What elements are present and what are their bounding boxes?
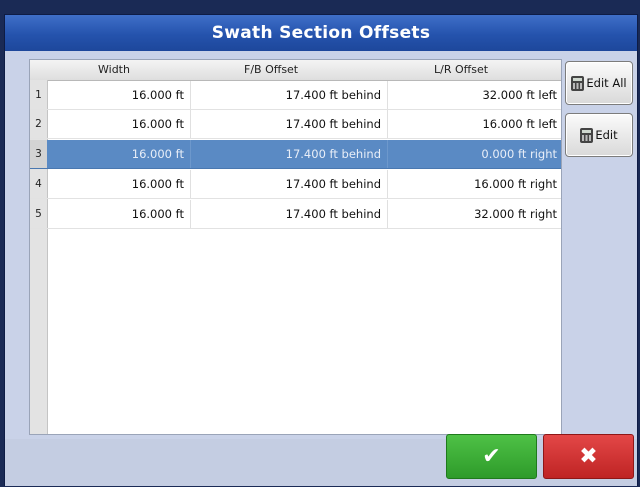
cell-lr-offset: 32.000 ft left: [482, 88, 557, 102]
row-number: 4: [35, 178, 42, 190]
cell-width: 16.000 ft: [48, 110, 191, 138]
cell-lr-offset: 16.000 ft left: [482, 117, 557, 131]
cell-width: 16.000 ft: [48, 170, 191, 198]
table-row[interactable]: 1 16.000 ft 17.400 ft behind 32.000 ft l…: [30, 81, 561, 110]
ok-button[interactable]: ✔: [446, 434, 537, 479]
dialog-title: Swath Section Offsets: [5, 15, 637, 51]
cell-width: 16.000 ft: [48, 140, 191, 168]
row-number: 3: [30, 140, 47, 168]
table-row-selected[interactable]: 3 16.000 ft 17.400 ft behind 0.000 ft ri…: [30, 140, 561, 169]
row-number: 1: [35, 89, 42, 101]
edit-button[interactable]: Edit: [565, 113, 633, 157]
table-row[interactable]: 4 16.000 ft 17.400 ft behind 16.000 ft r…: [30, 170, 561, 199]
edit-all-label: Edit All: [586, 76, 627, 90]
cancel-button[interactable]: ✖: [543, 434, 634, 479]
column-header-width: Width: [98, 63, 130, 76]
cell-fb-offset: 17.400 ft behind: [191, 81, 388, 109]
edit-all-button[interactable]: Edit All: [565, 61, 633, 105]
column-header-fb-offset: F/B Offset: [244, 63, 299, 76]
row-number: 5: [35, 208, 42, 220]
cell-width: 16.000 ft: [48, 81, 191, 109]
cell-fb-offset: 17.400 ft behind: [191, 110, 388, 138]
edit-label: Edit: [595, 128, 618, 142]
checkmark-icon: ✔: [482, 444, 501, 469]
cell-lr-offset: 32.000 ft right: [474, 207, 557, 221]
x-icon: ✖: [579, 444, 598, 469]
cell-lr-offset: 16.000 ft right: [474, 177, 557, 191]
table-header: Width F/B Offset L/R Offset: [30, 60, 561, 81]
cell-fb-offset: 17.400 ft behind: [191, 140, 388, 168]
cell-fb-offset: 17.400 ft behind: [191, 170, 388, 198]
table-row[interactable]: 2 16.000 ft 17.400 ft behind 16.000 ft l…: [30, 110, 561, 139]
cell-width: 16.000 ft: [48, 200, 191, 228]
calculator-icon: [571, 75, 585, 91]
swath-offsets-dialog: Swath Section Offsets Width F/B Offset L…: [4, 14, 638, 486]
calculator-icon: [580, 127, 594, 143]
column-header-lr-offset: L/R Offset: [434, 63, 489, 76]
table-row[interactable]: 5 16.000 ft 17.400 ft behind 32.000 ft r…: [30, 200, 561, 229]
row-number: 2: [35, 118, 42, 130]
cell-lr-offset: 0.000 ft right: [481, 147, 557, 161]
cell-fb-offset: 17.400 ft behind: [191, 200, 388, 228]
offsets-table: Width F/B Offset L/R Offset 1 16.000 ft …: [29, 59, 562, 435]
